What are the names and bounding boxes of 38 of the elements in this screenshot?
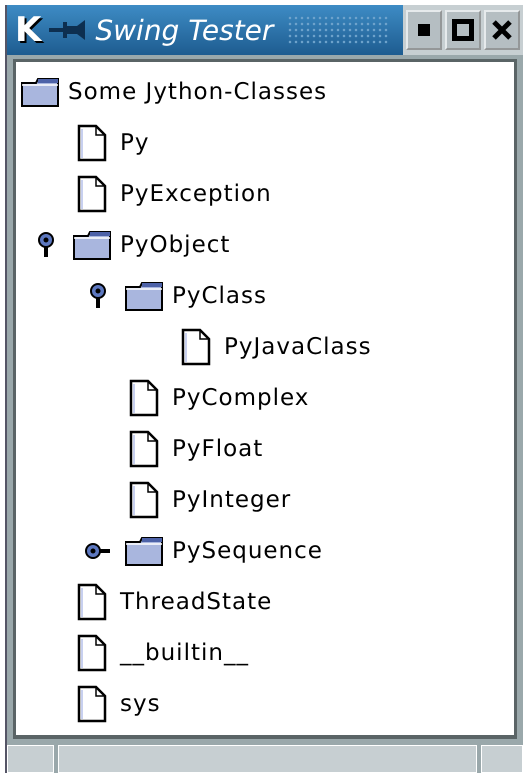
document-icon [129,480,159,518]
tree-node-label[interactable]: PyFloat [172,436,264,462]
document-icon [129,378,159,416]
document-icon [77,684,107,722]
tree-node-label[interactable]: PyComplex [172,384,310,410]
expanded-toggle-icon[interactable] [36,230,56,258]
folder-icon [124,534,164,566]
window-title: Swing Tester [95,14,274,46]
maximize-icon [452,19,474,41]
collapsed-toggle-icon[interactable] [84,540,112,560]
app-logo: K [15,10,42,50]
tree-node-label[interactable]: __builtin__ [120,640,249,666]
close-icon [491,19,513,41]
tree-node-label[interactable]: PyJavaClass [224,334,372,360]
document-icon [77,634,107,672]
folder-icon [20,76,60,108]
document-icon [77,174,107,212]
document-icon [77,582,107,620]
document-icon [77,124,107,162]
folder-icon [124,280,164,312]
tree-node-label[interactable]: ThreadState [120,588,272,614]
tree-node-label[interactable]: PySequence [172,538,323,564]
tree-node-label[interactable]: PyInteger [172,486,292,512]
minimize-icon [418,24,430,36]
close-button[interactable] [484,10,520,50]
expanded-toggle-icon[interactable] [88,282,108,310]
tree-node-label[interactable]: PyObject [120,232,230,258]
tree-node-label[interactable]: Py [120,130,150,156]
tree-node-label[interactable]: PyClass [172,282,267,308]
folder-icon [72,228,112,260]
tree-node-label[interactable]: Some Jython-Classes [68,78,328,104]
tree-node-label[interactable]: PyException [120,180,272,206]
document-icon [129,430,159,468]
maximize-button[interactable] [445,10,481,50]
tree-node-label[interactable]: sys [120,690,161,716]
document-icon [181,328,211,366]
minimize-button[interactable] [406,10,442,50]
pin-icon[interactable] [49,18,88,42]
